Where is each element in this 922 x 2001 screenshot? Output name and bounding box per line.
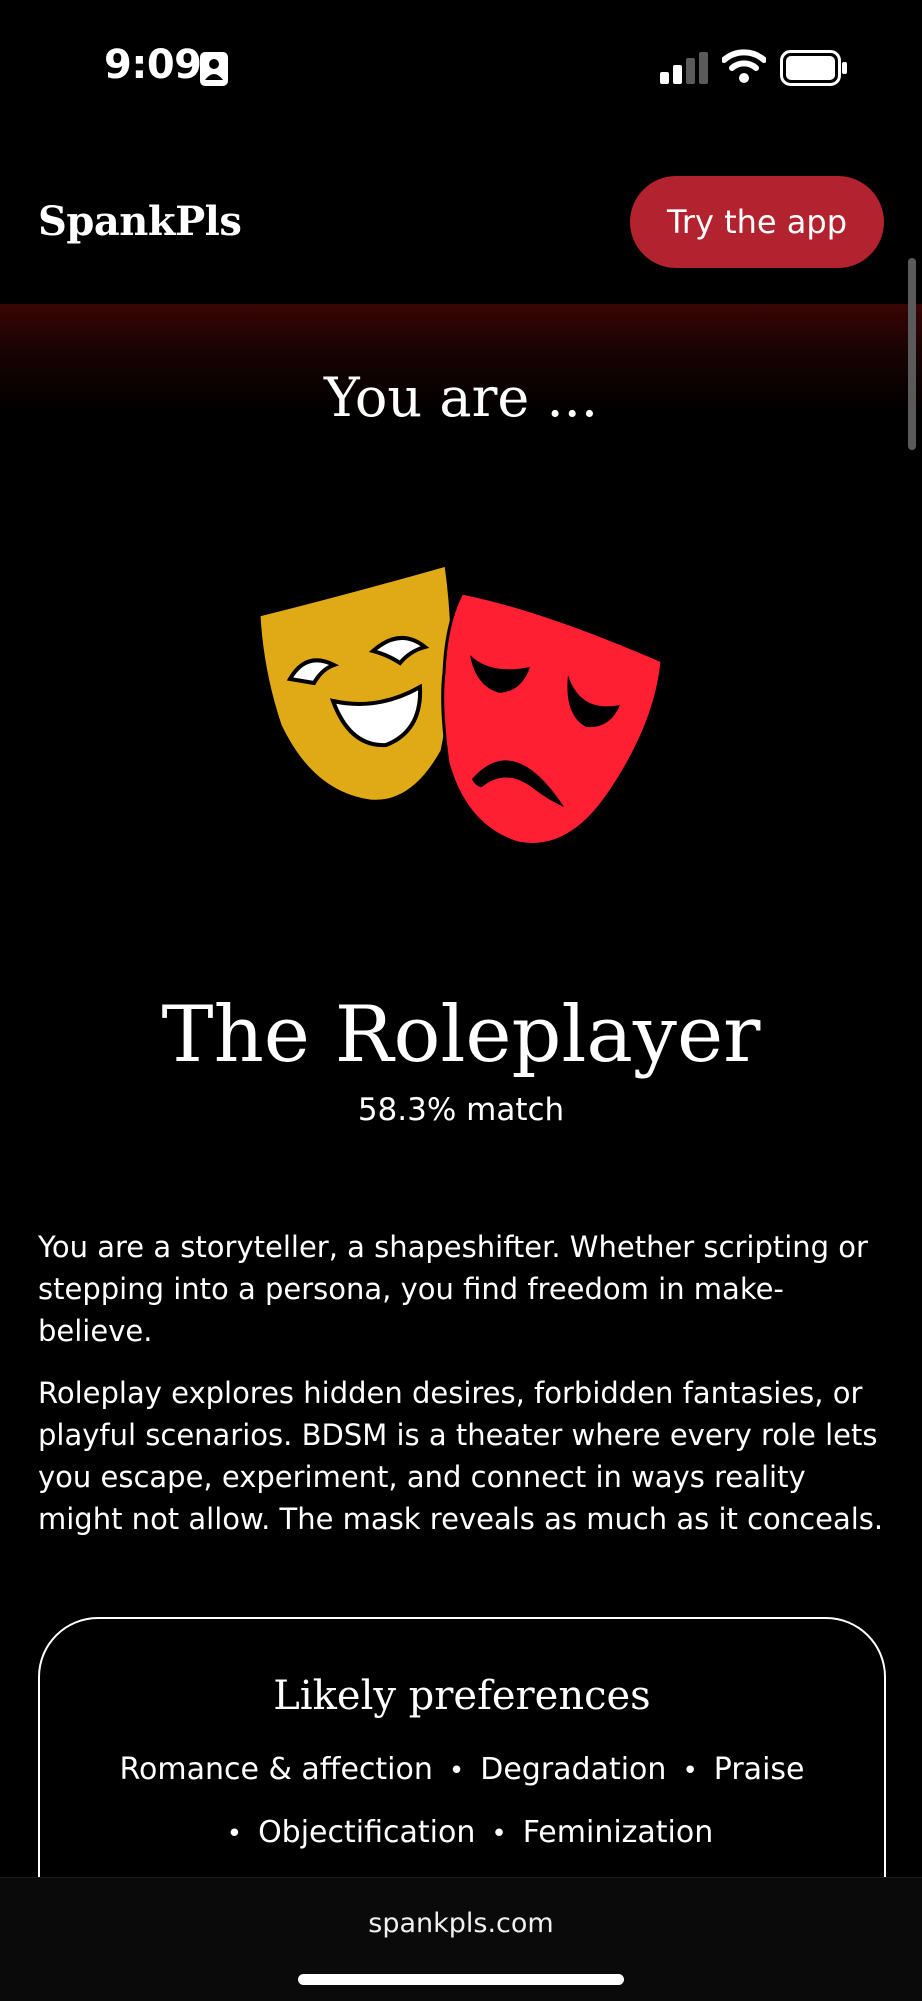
theater-masks-icon [257,563,664,846]
try-app-button[interactable]: Try the app [630,176,884,268]
preference-item: Praise [713,1752,805,1787]
result-title: The Roleplayer [161,990,761,1080]
bullet-separator: • [226,1819,243,1849]
site-logo[interactable]: SpankPls [38,198,242,245]
home-indicator[interactable] [298,1974,624,1985]
wifi-icon [722,49,766,83]
cellular-signal-icon [660,52,708,84]
site-header: SpankPls Try the app [0,176,922,272]
preference-item: Romance & affection [119,1752,433,1787]
bullet-separator: • [491,1819,507,1849]
status-time: 9:09 [104,42,202,88]
result-description-1: You are a storyteller, a shapeshifter. W… [38,1230,868,1348]
status-bar: 9:09 [0,0,922,135]
url-text[interactable]: spankpls.com [0,1908,922,1939]
bullet-separator: • [448,1756,465,1786]
person-badge-icon [200,52,228,86]
preferences-title: Likely preferences [273,1673,651,1719]
preferences-card: Likely preferences Romance & affection • D… [38,1617,886,1879]
match-percentage: 58.3% match [357,1092,565,1128]
comedy-mask-icon [257,563,454,803]
browser-address-bar[interactable]: spankpls.com [0,1877,922,2001]
preference-item: Objectification [258,1815,476,1850]
result-description-2: Roleplay explores hidden desires, forbid… [38,1376,884,1536]
preference-item: Feminization [522,1815,714,1850]
tragedy-mask-icon [441,591,664,846]
bullet-separator: • [682,1756,698,1786]
preferences-list: Romance & affection • Degradation • Praise •… [100,1739,824,1865]
battery-icon [780,50,847,86]
result-intro: You are ... [323,366,599,429]
preference-item: Degradation [480,1752,667,1787]
